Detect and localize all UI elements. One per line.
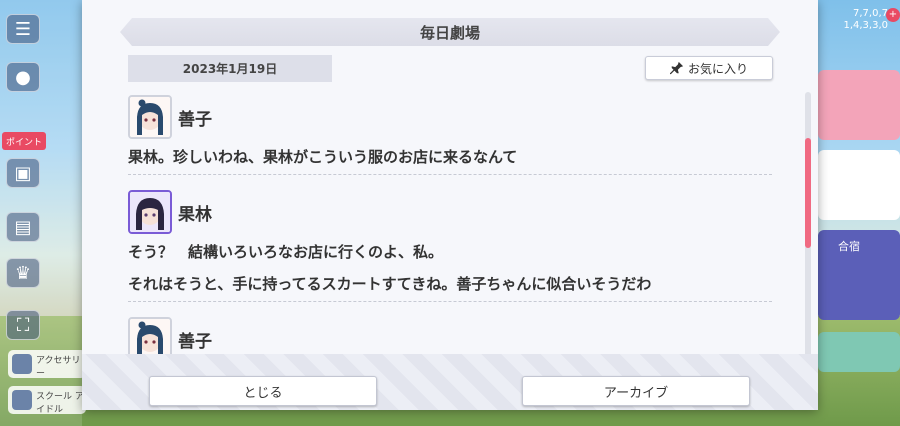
dialogue-entry: 善子 果林。珍しいわね、果林がこういう服のお店に来るなんて xyxy=(128,94,772,175)
speaker-name: 善子 xyxy=(178,331,212,352)
speaker-name: 果林 xyxy=(178,204,212,225)
pin-icon xyxy=(669,61,684,75)
close-button[interactable]: とじる xyxy=(149,376,377,406)
scroll-thumb[interactable] xyxy=(805,138,811,248)
accessory-label: アクセサリー xyxy=(36,356,81,379)
add-currency-icon[interactable]: + xyxy=(886,8,900,22)
dialogue-line: それはそうと、手に持ってるスカートすてきね。善子ちゃんに似合いそうだわ xyxy=(128,275,652,293)
fullscreen-icon[interactable]: ⛶ xyxy=(6,310,40,340)
trophy-icon[interactable]: ♛ xyxy=(6,258,40,288)
gem-count: 1,4,3,3,0 xyxy=(843,20,888,31)
daily-theater-dialog: 毎日劇場 2023年1月19日 お気に入り 善子 果林。珍しいわね、果林がこうい… xyxy=(82,0,818,410)
scrollbar[interactable] xyxy=(805,92,811,366)
currency-display: 7,7,0,7 1,4,3,3,0 + xyxy=(843,8,900,32)
right-tile-2[interactable] xyxy=(818,150,900,220)
accessory-card[interactable]: アクセサリー xyxy=(8,350,86,379)
gift-icon[interactable]: ▣ xyxy=(6,158,40,188)
right-menu: 合宿 xyxy=(818,40,900,426)
divider xyxy=(128,301,772,302)
idol-icon xyxy=(12,390,32,410)
avatar-karin xyxy=(128,190,172,234)
avatar-yoshiko xyxy=(128,95,172,139)
screen-icon[interactable]: ▤ xyxy=(6,212,40,242)
school-idol-label: スクール アイドル xyxy=(36,392,84,415)
dialogue-line: そう？ 結構いろいろなお店に行くのよ、私。 xyxy=(128,243,444,261)
dialog-title: 毎日劇場 xyxy=(120,18,780,46)
right-tile-4[interactable] xyxy=(818,332,900,372)
accessory-icon xyxy=(12,354,32,374)
favorite-label: お気に入り xyxy=(687,61,748,76)
favorite-button[interactable]: お気に入り xyxy=(645,56,773,80)
school-idol-card[interactable]: スクール アイドル xyxy=(8,386,86,415)
dialogue-list[interactable]: 善子 果林。珍しいわね、果林がこういう服のお店に来るなんて 果林 そう？ 結構い… xyxy=(128,94,772,364)
dialogue-entry: 果林 そう？ 結構いろいろなお店に行くのよ、私。 それはそうと、手に持ってるスカ… xyxy=(128,189,772,302)
coin-count: 7,7,0,7 xyxy=(853,8,888,19)
speaker-name: 善子 xyxy=(178,109,212,130)
point-badge[interactable]: ポイント xyxy=(2,132,46,150)
menu-icon[interactable]: ☰ xyxy=(6,14,40,44)
dialogue-line: 果林。珍しいわね、果林がこういう服のお店に来るなんて xyxy=(128,148,518,166)
divider xyxy=(128,174,772,175)
camp-label: 合宿 xyxy=(838,240,860,253)
left-menu-bar: ☰ ● ポイント ▣ ▤ ♛ ⛶ アクセサリー スクール アイドル xyxy=(0,0,86,426)
date-label: 2023年1月19日 xyxy=(128,55,332,82)
right-tile-3[interactable]: 合宿 xyxy=(818,230,900,320)
right-tile-1[interactable] xyxy=(818,70,900,140)
archive-button[interactable]: アーカイブ xyxy=(522,376,750,406)
chat-icon[interactable]: ● xyxy=(6,62,40,92)
